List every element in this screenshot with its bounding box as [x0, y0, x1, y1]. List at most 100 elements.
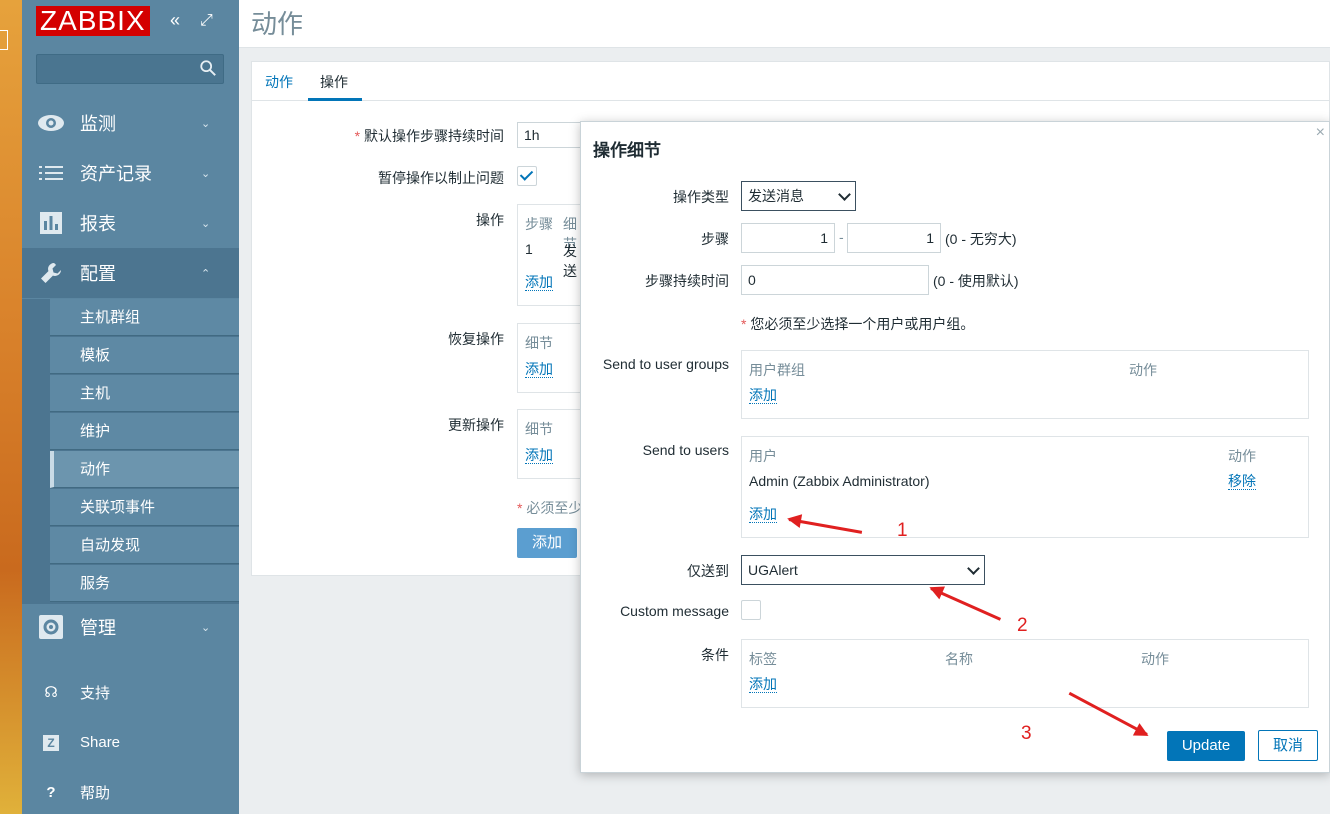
conditions-table: 标签 名称 动作 添加 [741, 639, 1309, 708]
step-to-input[interactable]: 1 [847, 223, 941, 253]
operation-details-dialog: 操作细节 × 操作类型 发送消息 步骤 1 - 1 (0 - 无穷大) 步骤持续… [580, 121, 1330, 773]
configuration-submenu: 主机群组 模板 主机 维护 动作 关联项事件 自动发现 服务 [22, 299, 239, 604]
steps-hint: (0 - 无穷大) [945, 231, 1017, 247]
custom-message-label: Custom message [620, 603, 729, 619]
desktop-icon [0, 30, 8, 50]
annotation-number: 2 [1017, 615, 1028, 636]
step-from-input[interactable]: 1 [741, 223, 835, 253]
sidebar-search-input[interactable] [36, 54, 224, 84]
submenu-hosts[interactable]: 主机 [50, 375, 239, 412]
submenu-actions[interactable]: 动作 [50, 451, 239, 488]
sidebar-share[interactable]: Z Share [22, 722, 239, 762]
submenu-services[interactable]: 服务 [50, 565, 239, 602]
user-required-note: * 您必须至少选择一个用户或用户组。 [741, 316, 975, 332]
recovery-operations-table: 细节 添加 [517, 323, 583, 393]
chevron-down-icon: ⌄ [201, 167, 211, 180]
users-col-user: 用户 [749, 448, 777, 464]
required-note: * 必须至少 [517, 500, 583, 516]
pause-operations-checkbox[interactable] [517, 166, 537, 186]
menu-reports[interactable]: 报表 ⌄ [22, 198, 239, 248]
conditions-col-name: 名称 [945, 651, 973, 667]
search-icon[interactable] [199, 59, 217, 77]
close-icon[interactable]: × [1316, 124, 1325, 142]
menu-inventory[interactable]: 资产记录 ⌄ [22, 148, 239, 198]
collapse-sidebar-icon[interactable]: « [170, 10, 180, 31]
chevron-down-icon [838, 188, 851, 201]
sidebar-support[interactable]: ☊ 支持 [22, 672, 239, 712]
update-operations-label: 更新操作 [448, 417, 504, 433]
default-duration-input[interactable]: 1h [517, 122, 583, 148]
groups-col-group: 用户群组 [749, 362, 805, 378]
share-icon: Z [22, 734, 80, 751]
update-operations-table: 细节 添加 [517, 409, 583, 479]
submenu-maintenance[interactable]: 维护 [50, 413, 239, 450]
send-to-groups-label: Send to user groups [602, 356, 729, 372]
user-remove-link[interactable]: 移除 [1228, 473, 1256, 490]
sidebar: ZABBIX « ⤢ 监测 ⌄ 资产记录 ⌄ 报表 ⌄ 配置 ⌃ 主机群组 模板… [22, 0, 239, 814]
menu-administration[interactable]: 管理 ⌄ [22, 602, 239, 652]
tab-operations[interactable]: 操作 [320, 72, 348, 92]
operation-type-select[interactable]: 发送消息 [741, 181, 856, 211]
recovery-add-link[interactable]: 添加 [525, 361, 553, 378]
update-col-details: 细节 [525, 421, 553, 437]
conditions-col-label: 标签 [749, 651, 777, 667]
operations-add-link[interactable]: 添加 [525, 274, 553, 291]
tab-active-indicator [308, 98, 362, 101]
eye-icon [38, 115, 64, 131]
menu-label: 报表 [80, 214, 116, 234]
sidebar-help-label: 帮助 [80, 784, 111, 802]
chevron-down-icon: ⌄ [201, 217, 211, 230]
kiosk-mode-icon[interactable]: ⤢ [200, 12, 213, 30]
zabbix-logo[interactable]: ZABBIX [36, 6, 150, 36]
custom-message-checkbox[interactable] [741, 600, 761, 620]
groups-add-link[interactable]: 添加 [749, 387, 777, 404]
menu-label: 监测 [80, 114, 116, 134]
annotation-number: 1 [897, 520, 908, 541]
list-icon [39, 166, 63, 180]
chevron-down-icon [967, 562, 980, 575]
add-button[interactable]: 添加 [517, 528, 577, 558]
update-button[interactable]: Update [1167, 731, 1245, 761]
menu-configuration[interactable]: 配置 ⌃ [22, 248, 239, 298]
menu-label: 配置 [80, 264, 116, 284]
submenu-discovery[interactable]: 自动发现 [50, 527, 239, 564]
step-duration-hint: (0 - 使用默认) [933, 273, 1019, 289]
send-to-users-label: Send to users [642, 442, 729, 458]
check-mark-icon [519, 167, 534, 181]
send-only-to-label: 仅送到 [687, 563, 729, 579]
operations-table: 步骤 细节 1 发送 添加 [517, 204, 583, 306]
wrench-icon [41, 263, 61, 283]
conditions-add-link[interactable]: 添加 [749, 676, 777, 693]
headset-icon: ☊ [44, 684, 58, 701]
operation-type-label: 操作类型 [673, 189, 729, 205]
send-only-to-select[interactable]: UGAlert [741, 555, 985, 585]
operations-row-step: 1 [525, 241, 533, 257]
menu-label: 资产记录 [80, 164, 152, 184]
default-duration-label: * 默认操作步骤持续时间 [354, 128, 504, 144]
submenu-event-correlation[interactable]: 关联项事件 [50, 489, 239, 526]
submenu-host-groups[interactable]: 主机群组 [50, 299, 239, 336]
header: 动作 [239, 0, 1330, 48]
chevron-up-icon: ⌃ [201, 267, 211, 280]
tab-action[interactable]: 动作 [265, 72, 293, 92]
steps-label: 步骤 [701, 231, 729, 247]
sidebar-support-label: 支持 [80, 684, 111, 702]
menu-monitoring[interactable]: 监测 ⌄ [22, 98, 239, 148]
conditions-col-action: 动作 [1141, 651, 1169, 667]
bar-chart-icon [40, 212, 62, 234]
tabs: 动作 操作 [252, 62, 1329, 101]
step-duration-label: 步骤持续时间 [645, 273, 729, 289]
annotation-number: 3 [1021, 723, 1032, 744]
user-row-name: Admin (Zabbix Administrator) [749, 473, 930, 489]
update-add-link[interactable]: 添加 [525, 447, 553, 464]
dialog-title: 操作细节 [593, 141, 661, 160]
pause-operations-label: 暂停操作以制止问题 [378, 170, 504, 186]
desktop-edge [0, 0, 22, 814]
users-table: 用户 动作 Admin (Zabbix Administrator) 移除 添加 [741, 436, 1309, 538]
user-groups-table: 用户群组 动作 添加 [741, 350, 1309, 419]
users-add-link[interactable]: 添加 [749, 506, 777, 523]
sidebar-help[interactable]: ? 帮助 [22, 772, 239, 812]
cancel-button[interactable]: 取消 [1258, 730, 1318, 761]
step-duration-input[interactable]: 0 [741, 265, 929, 295]
submenu-templates[interactable]: 模板 [50, 337, 239, 374]
